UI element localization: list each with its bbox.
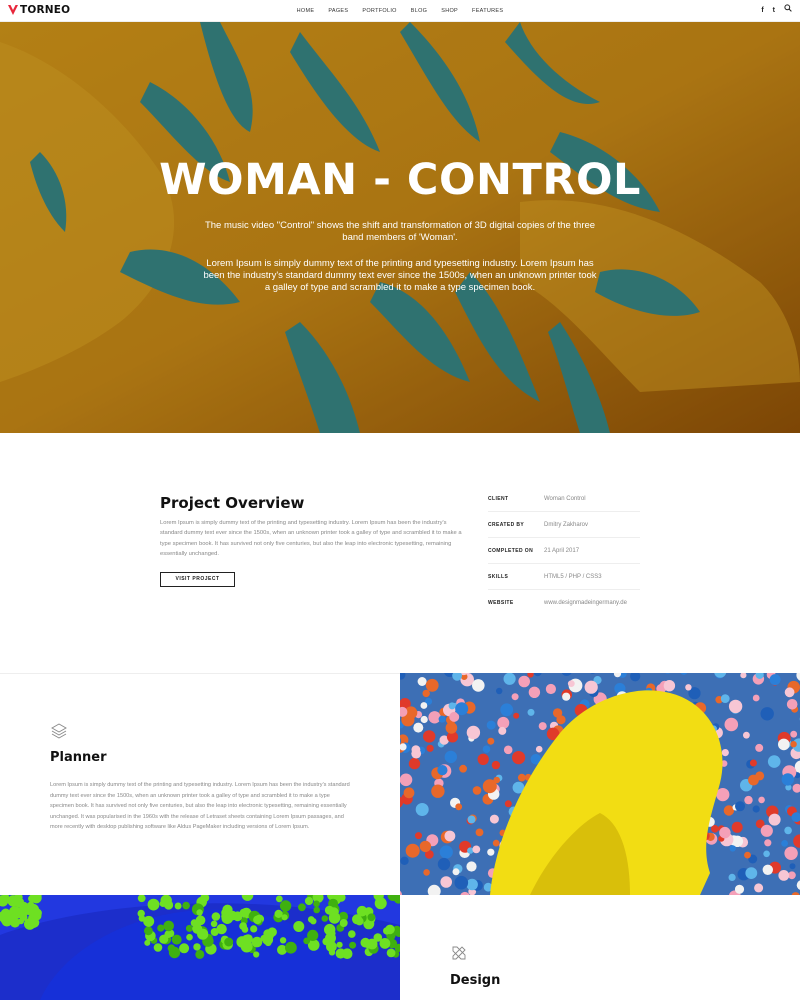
detail-row-created-by: CREATED BY Dmitry Zakharov [488,512,640,538]
hero-description: Lorem Ipsum is simply dummy text of the … [203,258,597,293]
nav-item-blog[interactable]: BLOG [404,0,434,22]
design-image [0,895,400,1000]
detail-value: Woman Control [544,495,586,502]
planner-body: Lorem Ipsum is simply dummy text of the … [50,782,350,831]
detail-value-website-link[interactable]: www.designmadeingermany.de [544,600,627,606]
social-links: f t [761,0,792,22]
project-details: CLIENT Woman Control CREATED BY Dmitry Z… [488,486,640,616]
detail-label: WEBSITE [488,600,514,606]
nav-item-home[interactable]: HOME [290,0,322,22]
detail-row-completed-on: COMPLETED ON 21 April 2017 [488,538,640,564]
site-header: TORNEO HOME PAGES PORTFOLIO BLOG SHOP FE… [0,0,800,22]
detail-value: Dmitry Zakharov [544,521,589,528]
project-overview-title: Project Overview [160,494,305,512]
pencil-ruler-icon [452,946,466,960]
detail-label: CLIENT [488,495,509,502]
nav-item-shop[interactable]: SHOP [434,0,465,22]
hero-banner: WOMAN - CONTROL The music video "Control… [0,22,800,433]
design-title: Design [450,973,501,988]
visit-project-button[interactable]: VISIT PROJECT [160,572,235,587]
facebook-icon[interactable]: f [761,0,763,22]
detail-label: SKILLS [488,573,509,580]
detail-row-website: WEBSITE www.designmadeingermany.de [488,590,640,616]
nav-item-features[interactable]: FEATURES [465,0,510,22]
nav-item-pages[interactable]: PAGES [321,0,355,22]
detail-row-skills: SKILLS HTML5 / PHP / CSS3 [488,564,640,590]
planner-title: Planner [50,750,107,765]
twitter-icon[interactable]: t [773,0,775,22]
layers-icon [51,723,67,739]
project-overview-body: Lorem Ipsum is simply dummy text of the … [160,520,462,557]
detail-value: HTML5 / PHP / CSS3 [544,573,602,580]
planner-image [400,673,800,895]
green-balls-image [0,895,400,1000]
main-nav: HOME PAGES PORTFOLIO BLOG SHOP FEATURES [0,0,800,22]
search-icon[interactable] [784,0,792,22]
detail-value: 21 April 2017 [544,547,580,554]
detail-label: CREATED BY [488,521,525,528]
balls-image [400,673,800,895]
hero-title: WOMAN - CONTROL [159,155,641,205]
hero-subtitle: The music video "Control" shows the shif… [204,220,596,243]
detail-label: COMPLETED ON [488,547,534,554]
detail-row-client: CLIENT Woman Control [488,486,640,512]
nav-item-portfolio[interactable]: PORTFOLIO [355,0,403,22]
